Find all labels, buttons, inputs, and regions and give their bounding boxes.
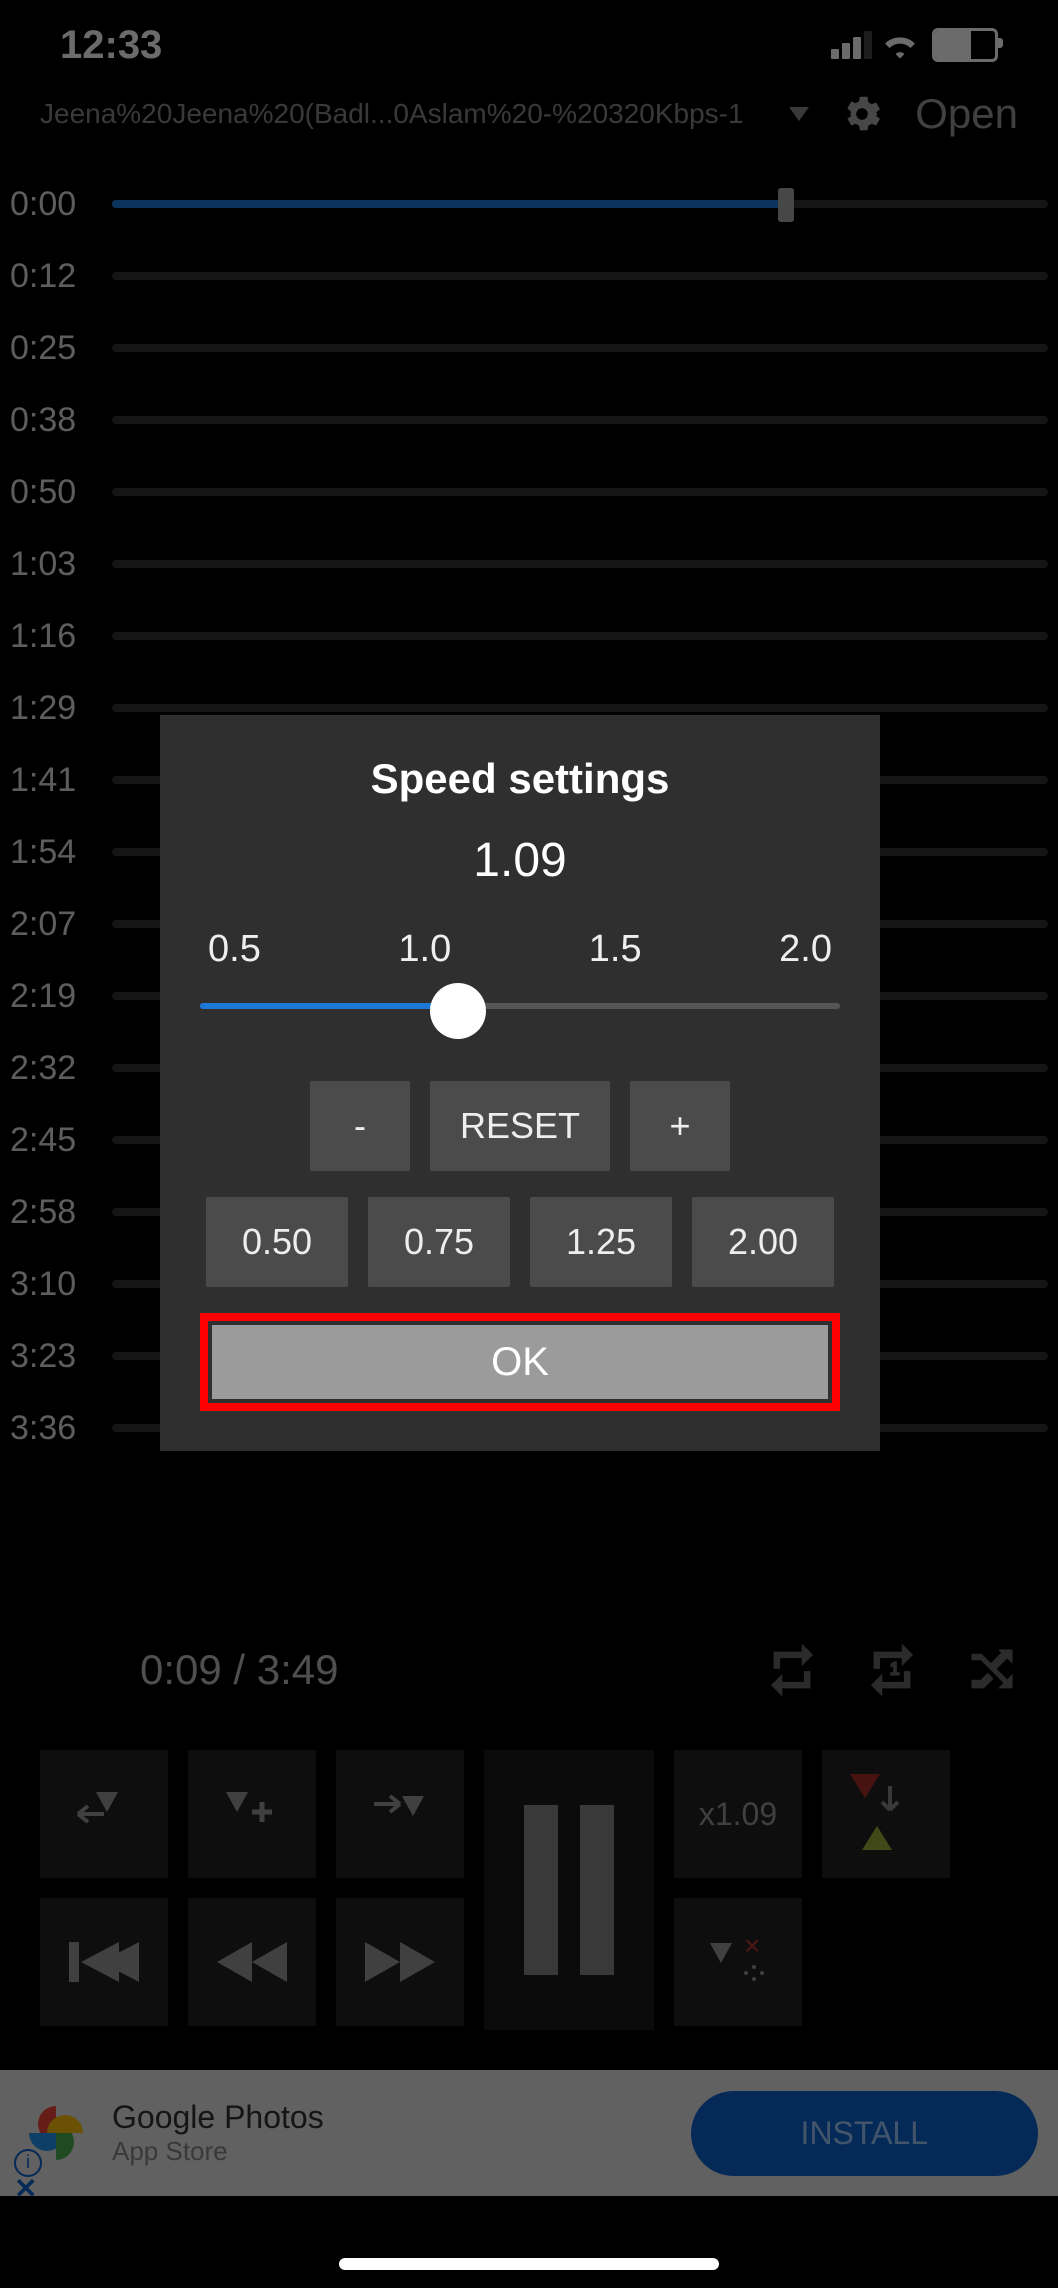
previous-track-button[interactable] (40, 1898, 168, 2026)
timeline-row-label: 1:03 (10, 545, 100, 584)
timeline-row-label: 2:32 (10, 1049, 100, 1088)
svg-text:1: 1 (890, 1658, 900, 1678)
timeline-row-label: 0:00 (10, 185, 100, 224)
status-time: 12:33 (60, 23, 162, 68)
preset-0.75-button[interactable]: 0.75 (368, 1197, 510, 1287)
timeline-row[interactable]: 0:12 (0, 240, 1058, 312)
pause-button[interactable] (484, 1750, 654, 2030)
shuffle-icon[interactable] (966, 1644, 1018, 1696)
open-button[interactable]: Open (915, 90, 1018, 138)
timeline-row[interactable]: 1:03 (0, 528, 1058, 600)
timeline-row[interactable]: 0:38 (0, 384, 1058, 456)
timeline-row-track[interactable] (112, 560, 1048, 568)
google-photos-icon: i ✕ (20, 2097, 92, 2169)
timeline-row[interactable]: 0:25 (0, 312, 1058, 384)
svg-text:×: × (744, 1937, 760, 1961)
cellular-icon (831, 31, 872, 59)
timeline-row-track[interactable] (112, 344, 1048, 352)
tick-1.5: 1.5 (589, 928, 642, 971)
timeline-row-label: 2:19 (10, 977, 100, 1016)
timeline-thumb[interactable] (778, 188, 794, 222)
speed-value: 1.09 (200, 833, 840, 888)
chevron-down-icon[interactable] (789, 107, 809, 121)
status-icons (831, 28, 998, 62)
gear-icon[interactable] (839, 91, 885, 137)
install-button[interactable]: INSTALL (691, 2091, 1038, 2176)
timeline-row-label: 0:38 (10, 401, 100, 440)
timeline-row-track[interactable] (112, 632, 1048, 640)
ok-button[interactable]: OK (212, 1325, 828, 1399)
preset-0.50-button[interactable]: 0.50 (206, 1197, 348, 1287)
ok-highlight: OK (200, 1313, 840, 1411)
timeline-row-label: 2:45 (10, 1121, 100, 1160)
timeline-row-label: 0:12 (10, 257, 100, 296)
repeat-one-icon[interactable]: 1 (866, 1644, 918, 1696)
player-controls: 0:09 / 3:49 1 (0, 1620, 1058, 2030)
ad-title: Google Photos (112, 2099, 671, 2136)
tick-1.0: 1.0 (398, 928, 451, 971)
filename-label[interactable]: Jeena%20Jeena%20(Badl...0Aslam%20-%20320… (40, 98, 759, 130)
preset-2.00-button[interactable]: 2.00 (692, 1197, 834, 1287)
pause-icon (524, 1805, 558, 1975)
speed-button[interactable]: x1.09 (674, 1750, 802, 1878)
modal-title: Speed settings (200, 755, 840, 803)
timeline-row[interactable]: 0:00 (0, 168, 1058, 240)
timeline-row-label: 1:16 (10, 617, 100, 656)
repeat-icon[interactable] (766, 1644, 818, 1696)
tick-2.0: 2.0 (779, 928, 832, 971)
speed-decrease-button[interactable]: - (310, 1081, 410, 1171)
timeline-row-track[interactable] (112, 200, 1048, 208)
timeline-row-label: 1:54 (10, 833, 100, 872)
speed-settings-modal: Speed settings 1.09 0.5 1.0 1.5 2.0 - RE… (160, 715, 880, 1451)
ad-close-icon[interactable]: ✕ (14, 2172, 37, 2205)
ab-swap-button[interactable] (822, 1750, 950, 1878)
timeline-row-label: 3:36 (10, 1409, 100, 1448)
preset-1.25-button[interactable]: 1.25 (530, 1197, 672, 1287)
timeline-row-label: 0:25 (10, 329, 100, 368)
slider-thumb[interactable] (430, 983, 486, 1039)
timeline-row-label: 3:23 (10, 1337, 100, 1376)
elapsed-time: 0:09 / 3:49 (40, 1646, 339, 1694)
timeline-row-label: 0:50 (10, 473, 100, 512)
timeline-row-track[interactable] (112, 488, 1048, 496)
mark-in-right-button[interactable] (336, 1750, 464, 1878)
mark-in-left-button[interactable] (40, 1750, 168, 1878)
timeline-row-label: 1:41 (10, 761, 100, 800)
timeline-row-label: 2:07 (10, 905, 100, 944)
timeline-row-label: 1:29 (10, 689, 100, 728)
rewind-button[interactable] (188, 1898, 316, 2026)
home-indicator[interactable] (339, 2258, 719, 2270)
speed-increase-button[interactable]: + (630, 1081, 730, 1171)
clear-marks-button[interactable]: × (674, 1898, 802, 2026)
timeline-row-label: 2:58 (10, 1193, 100, 1232)
timeline-row[interactable]: 0:50 (0, 456, 1058, 528)
speed-slider[interactable] (200, 981, 840, 1041)
status-bar: 12:33 (0, 0, 1058, 90)
timeline-row-track[interactable] (112, 416, 1048, 424)
timeline-row-track[interactable] (112, 272, 1048, 280)
timeline-row-track[interactable] (112, 704, 1048, 712)
wifi-icon (882, 31, 918, 59)
battery-icon (932, 28, 998, 62)
ad-banner[interactable]: i ✕ Google Photos App Store INSTALL (0, 2070, 1058, 2196)
mark-add-button[interactable] (188, 1750, 316, 1878)
ad-subtitle: App Store (112, 2136, 671, 2167)
fast-forward-button[interactable] (336, 1898, 464, 2026)
speed-reset-button[interactable]: RESET (430, 1081, 610, 1171)
slider-tick-labels: 0.5 1.0 1.5 2.0 (200, 928, 840, 971)
timeline-row[interactable]: 1:16 (0, 600, 1058, 672)
tick-0.5: 0.5 (208, 928, 261, 971)
app-header: Jeena%20Jeena%20(Badl...0Aslam%20-%20320… (0, 90, 1058, 168)
timeline-row-label: 3:10 (10, 1265, 100, 1304)
